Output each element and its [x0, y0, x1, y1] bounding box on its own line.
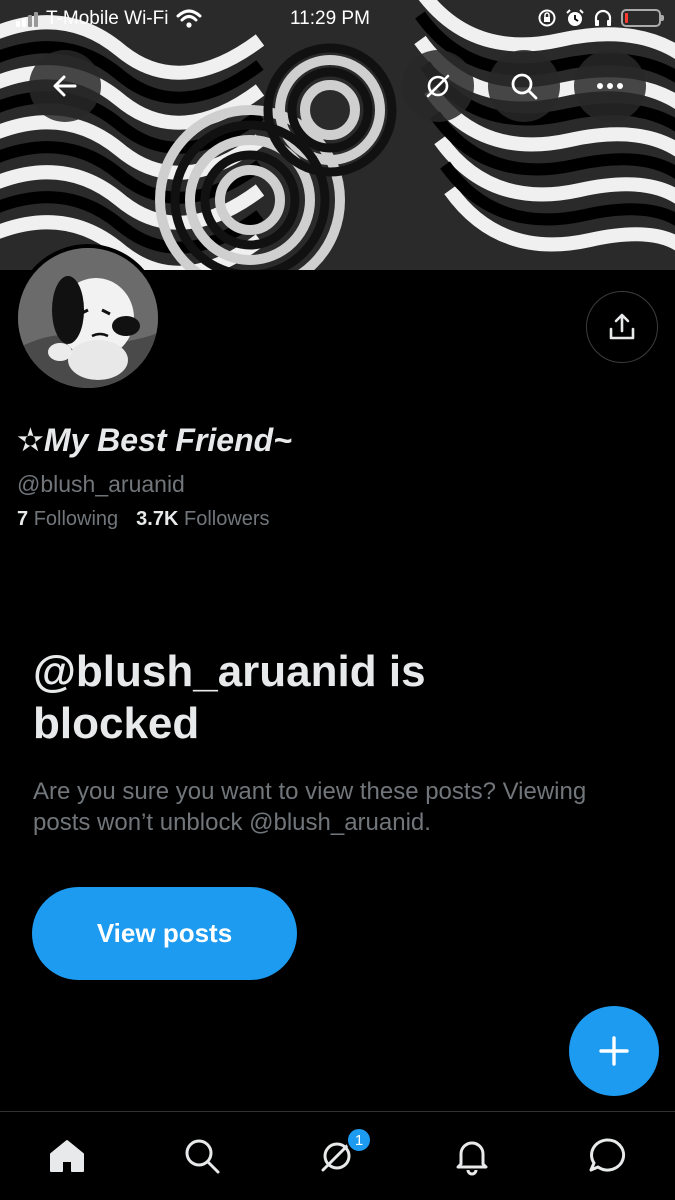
bottom-tab-bar: [0, 1111, 675, 1200]
more-icon: [597, 83, 623, 89]
status-bar: T-Mobile Wi-Fi 11:29 PM: [0, 0, 675, 38]
following-label: Following: [33, 508, 119, 530]
search-button[interactable]: [488, 50, 560, 122]
orientation-lock-icon: [538, 9, 556, 27]
home-icon: [50, 1140, 84, 1172]
following-link[interactable]: 7 Following: [17, 508, 118, 531]
display-name: ✫My Best Friend~: [17, 422, 292, 458]
bell-icon: [456, 1141, 488, 1176]
view-posts-button[interactable]: View posts: [32, 887, 297, 980]
message-bubble-icon: [589, 1138, 626, 1172]
search-icon: [511, 73, 538, 100]
profile-avatar[interactable]: [14, 244, 162, 392]
headphones-icon: [594, 9, 612, 26]
alarm-icon: [566, 9, 584, 26]
following-count: 7: [17, 508, 29, 530]
more-button[interactable]: [574, 50, 646, 122]
compose-button[interactable]: [569, 1006, 659, 1096]
grok-icon: [426, 74, 450, 98]
tab-search[interactable]: [180, 1134, 224, 1178]
blocked-title: @blush_aruanid is blocked: [33, 647, 426, 748]
tab-notifications[interactable]: [450, 1134, 494, 1178]
back-button[interactable]: [29, 50, 101, 122]
followers-label: Followers: [183, 508, 270, 530]
profile-handle: @blush_aruanid: [17, 471, 185, 497]
battery-icon: [621, 9, 664, 27]
status-time: 11:29 PM: [290, 8, 370, 29]
tab-home[interactable]: [45, 1134, 89, 1178]
tab-messages[interactable]: [585, 1134, 629, 1178]
share-icon: [609, 313, 635, 340]
blocked-description: Are you sure you want to view these post…: [33, 778, 587, 836]
followers-count: 3.7K: [136, 508, 179, 530]
plus-icon: [599, 1036, 629, 1066]
follow-stats: 7 Following 3.7K Followers: [17, 508, 270, 531]
profile-banner[interactable]: [0, 0, 675, 270]
arrow-left-icon: [53, 75, 77, 97]
avatar-image: [18, 248, 158, 388]
grok-button[interactable]: [402, 50, 474, 122]
share-button[interactable]: [586, 291, 658, 363]
notification-badge: 1: [346, 1127, 372, 1153]
carrier-label: T-Mobile Wi-Fi: [46, 8, 169, 29]
banner-image: [0, 0, 675, 270]
search-icon: [185, 1139, 220, 1174]
wifi-icon: [176, 9, 202, 28]
cellular-signal-icon: [16, 11, 38, 27]
followers-link[interactable]: 3.7K Followers: [136, 508, 269, 531]
